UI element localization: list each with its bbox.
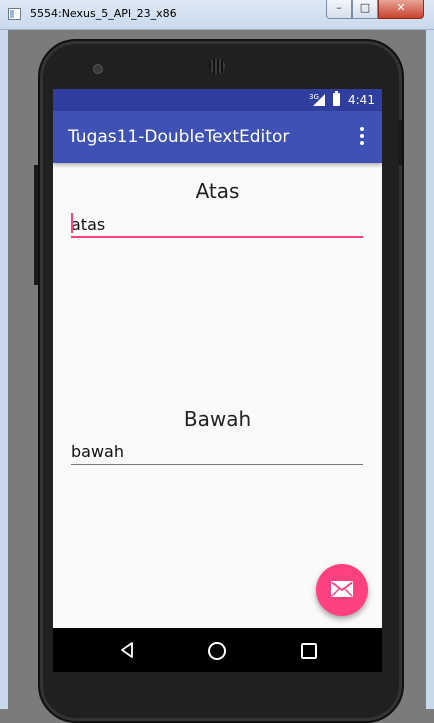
back-icon[interactable] — [119, 642, 135, 658]
app-window-icon — [8, 8, 21, 20]
signal-icon — [313, 94, 325, 106]
front-camera-icon — [93, 64, 103, 74]
atas-input[interactable] — [71, 212, 363, 238]
battery-icon — [333, 91, 340, 106]
speaker-grille — [209, 58, 225, 74]
minimize-button[interactable]: – — [326, 0, 352, 19]
overflow-menu-icon[interactable] — [355, 127, 369, 147]
bawah-input[interactable] — [71, 439, 363, 465]
device-screen: 3G 4:41 Tugas11-DoubleTextEditor Atas Ba… — [53, 89, 382, 672]
status-bar: 3G 4:41 — [53, 89, 382, 111]
app-bar: Tugas11-DoubleTextEditor — [53, 111, 382, 163]
text-cursor — [71, 213, 73, 233]
navigation-bar — [53, 628, 382, 672]
window-titlebar: 5554:Nexus_5_API_23_x86 – □ ✕ — [0, 0, 434, 30]
window-title: 5554:Nexus_5_API_23_x86 — [30, 7, 177, 20]
window-frame-left — [0, 30, 8, 709]
volume-button[interactable] — [34, 165, 38, 285]
power-button[interactable] — [398, 120, 402, 165]
status-time: 4:41 — [348, 93, 375, 107]
home-icon[interactable] — [208, 642, 226, 660]
app-title: Tugas11-DoubleTextEditor — [68, 127, 290, 147]
fab-mail-button[interactable] — [316, 564, 368, 616]
window-frame-right — [426, 30, 434, 709]
label-bawah: Bawah — [183, 407, 252, 431]
maximize-button[interactable]: □ — [352, 0, 378, 19]
recent-apps-icon[interactable] — [301, 643, 317, 659]
label-atas: Atas — [195, 179, 240, 203]
close-button[interactable]: ✕ — [378, 0, 424, 19]
mail-icon — [331, 581, 353, 597]
